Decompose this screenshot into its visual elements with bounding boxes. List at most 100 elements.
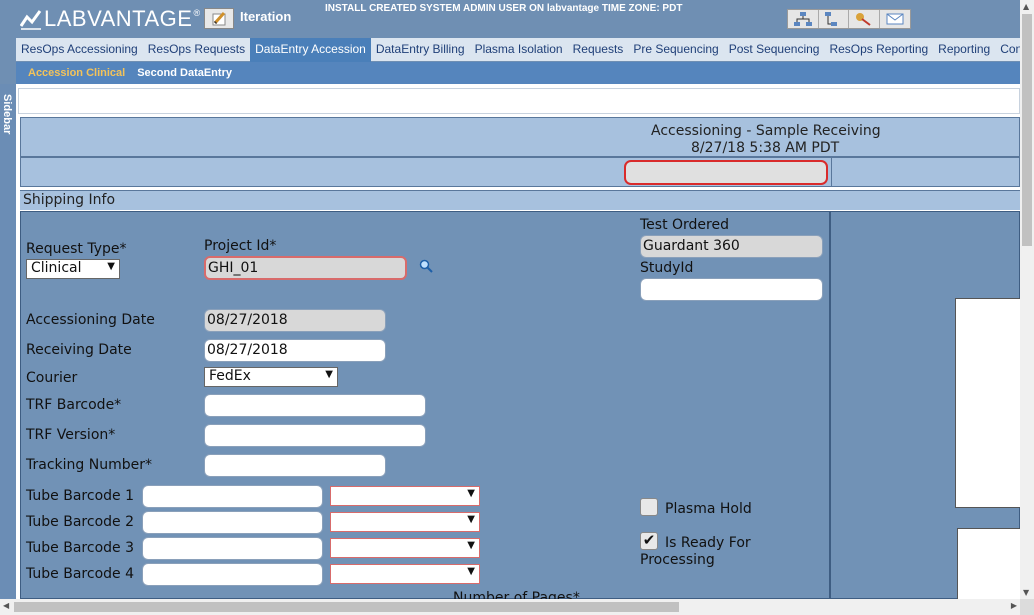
- sidebar-toggle[interactable]: Sidebar: [0, 84, 16, 599]
- pencil-note-icon: [212, 11, 226, 25]
- vertical-scrollbar[interactable]: ▲ ▼: [1020, 0, 1034, 599]
- accessioning-date-label: Accessioning Date: [26, 312, 155, 328]
- receiving-date-field[interactable]: 08/27/2018: [204, 339, 386, 362]
- labvantage-logo[interactable]: LABVANTAGE ®: [19, 6, 201, 32]
- dropdown-arrow-icon: ▼: [467, 540, 475, 551]
- org-chart-icon[interactable]: [788, 10, 819, 28]
- trf-barcode-field[interactable]: [204, 394, 426, 417]
- system-info-text: INSTALL CREATED SYSTEM ADMIN USER ON lab…: [325, 3, 683, 14]
- horizontal-scroll-thumb[interactable]: [14, 602, 679, 612]
- courier-label: Courier: [26, 370, 78, 386]
- request-type-value: Clinical: [31, 260, 82, 276]
- mail-icon[interactable]: [880, 10, 910, 28]
- ready-for-processing-label: Is Ready For: [665, 535, 751, 551]
- hierarchy-icon[interactable]: [819, 10, 849, 28]
- tube-type-select[interactable]: ▼: [330, 538, 480, 558]
- dropdown-arrow-icon: ▼: [467, 514, 475, 525]
- app-header: LABVANTAGE ® Iteration INSTALL CREATED S…: [0, 0, 1020, 38]
- dropdown-arrow-icon: ▼: [107, 261, 115, 272]
- subtab-second-dataentry[interactable]: Second DataEntry: [137, 67, 232, 79]
- project-id-label: Project Id*: [204, 238, 277, 254]
- tube-barcode-field[interactable]: [142, 537, 323, 560]
- lookup-search-icon[interactable]: [419, 258, 433, 277]
- tube-barcode-label: Tube Barcode 3: [26, 540, 135, 556]
- tube-barcode-label: Tube Barcode 4: [26, 566, 135, 582]
- tube-barcode-label: Tube Barcode 2: [26, 514, 135, 530]
- section-title: Shipping Info: [23, 192, 116, 208]
- study-id-field[interactable]: [640, 278, 823, 301]
- request-type-label: Request Type*: [26, 241, 127, 257]
- tab-pre-sequencing[interactable]: Pre Sequencing: [628, 38, 723, 62]
- sidebar-label: Sidebar: [1, 94, 13, 135]
- tab-plasma-isolation[interactable]: Plasma Isolation: [470, 38, 568, 62]
- status-row-divider: [831, 158, 832, 186]
- scrollbar-corner: [1020, 599, 1034, 615]
- right-panel: [830, 211, 1027, 608]
- logo-text: LABVANTAGE: [44, 6, 193, 31]
- courier-select[interactable]: FedEx ▼: [204, 367, 338, 387]
- plasma-hold-checkbox[interactable]: [640, 498, 658, 516]
- tab-requests[interactable]: Requests: [568, 38, 629, 62]
- receiving-date-label: Receiving Date: [26, 342, 132, 358]
- status-row: [20, 157, 1020, 187]
- page-title-band: Accessioning - Sample Receiving 8/27/18 …: [20, 117, 1020, 157]
- accessioning-date-field[interactable]: 08/27/2018: [204, 309, 386, 332]
- document-preview-area: [955, 298, 1025, 508]
- sub-tab-bar: Accession Clinical Second DataEntry: [16, 62, 1020, 84]
- test-ordered-field[interactable]: Guardant 360: [640, 235, 823, 258]
- header-toolbar: [787, 9, 911, 29]
- subtab-accession-clinical[interactable]: Accession Clinical: [28, 67, 125, 79]
- tab-resops-reporting[interactable]: ResOps Reporting: [824, 38, 933, 62]
- main-content: Accessioning - Sample Receiving 8/27/18 …: [16, 114, 1027, 608]
- logo-registered: ®: [193, 8, 201, 18]
- dropdown-arrow-icon: ▼: [325, 369, 333, 380]
- main-tab-bar: ResOps Accessioning ResOps Requests Data…: [16, 38, 1034, 62]
- error-message-field: [624, 160, 828, 185]
- tube-type-select[interactable]: ▼: [330, 486, 480, 506]
- tab-reporting[interactable]: Reporting: [933, 38, 995, 62]
- tracking-number-field[interactable]: [204, 454, 386, 477]
- tab-resops-accessioning[interactable]: ResOps Accessioning: [16, 38, 143, 62]
- keys-icon[interactable]: [849, 10, 880, 28]
- iteration-label: Iteration: [240, 9, 292, 24]
- ready-for-processing-checkbox[interactable]: ✔: [640, 532, 658, 550]
- tube-barcode-field[interactable]: [142, 563, 323, 586]
- scroll-left-icon[interactable]: ◀: [3, 601, 9, 610]
- tube-barcode-label: Tube Barcode 1: [26, 488, 135, 504]
- scroll-up-icon[interactable]: ▲: [1023, 2, 1029, 11]
- tube-barcode-field[interactable]: [142, 511, 323, 534]
- tube-type-select[interactable]: ▼: [330, 512, 480, 532]
- shipping-info-header: Shipping Info: [20, 190, 1020, 210]
- dropdown-arrow-icon: ▼: [467, 566, 475, 577]
- horizontal-scrollbar[interactable]: ◀ ▶: [0, 599, 1020, 615]
- request-type-select[interactable]: Clinical ▼: [26, 259, 120, 279]
- study-id-label: StudyId: [640, 260, 694, 276]
- toolbar-strip: [18, 88, 1020, 114]
- scroll-right-icon[interactable]: ▶: [1011, 601, 1017, 610]
- page-title: Accessioning - Sample Receiving: [651, 123, 881, 139]
- page-datetime: 8/27/18 5:38 AM PDT: [691, 140, 840, 156]
- tube-barcode-field[interactable]: [142, 485, 323, 508]
- tab-resops-requests[interactable]: ResOps Requests: [143, 38, 250, 62]
- vertical-scroll-thumb[interactable]: [1022, 14, 1032, 246]
- scroll-down-icon[interactable]: ▼: [1023, 588, 1029, 597]
- trf-barcode-label: TRF Barcode*: [26, 397, 122, 413]
- dropdown-arrow-icon: ▼: [467, 488, 475, 499]
- tab-dataentry-billing[interactable]: DataEntry Billing: [371, 38, 470, 62]
- tab-post-sequencing[interactable]: Post Sequencing: [724, 38, 825, 62]
- shipping-form-panel: Request Type* Clinical ▼ Project Id* GHI…: [20, 211, 830, 606]
- courier-value: FedEx: [209, 368, 251, 384]
- sidebar-top: [0, 0, 16, 84]
- trf-version-field[interactable]: [204, 424, 426, 447]
- tube-type-select[interactable]: ▼: [330, 564, 480, 584]
- document-preview-area-2: [957, 528, 1027, 608]
- tab-dataentry-accession[interactable]: DataEntry Accession: [250, 38, 371, 62]
- ready-for-processing-label-cont: Processing: [640, 552, 715, 568]
- tracking-number-label: Tracking Number*: [26, 457, 152, 473]
- project-id-field[interactable]: GHI_01: [204, 256, 407, 280]
- plasma-hold-label: Plasma Hold: [665, 501, 752, 517]
- trf-version-label: TRF Version*: [26, 427, 116, 443]
- iteration-button[interactable]: [204, 8, 234, 29]
- logo-mark-icon: [19, 8, 42, 30]
- test-ordered-label: Test Ordered: [640, 217, 729, 233]
